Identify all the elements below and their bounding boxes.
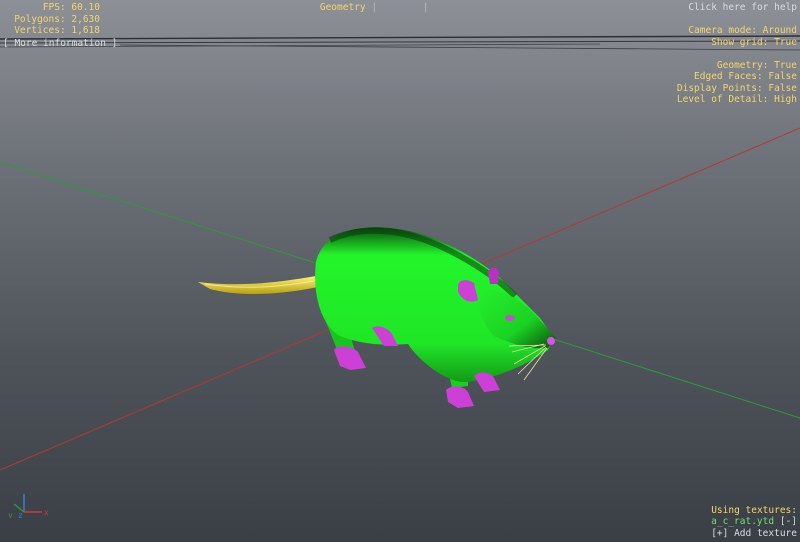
polygons-readout: Polygons: 2,630	[14, 13, 100, 25]
remove-texture-button[interactable]: [-]	[780, 516, 797, 527]
tab-separator: |	[422, 2, 429, 13]
axis-gizmo: y z x	[8, 494, 49, 518]
texture-item: a_c_rat.ytd [-]	[711, 516, 797, 528]
edged-faces-option[interactable]: Edged Faces: False	[677, 71, 797, 83]
camera-mode-option[interactable]: Camera mode: Around	[677, 25, 797, 37]
help-link[interactable]: Click here for help	[677, 2, 797, 14]
axis-label-z: z	[18, 511, 23, 518]
more-information-link[interactable]: [ More information ]	[0, 38, 117, 50]
show-grid-option[interactable]: Show grid: True	[677, 37, 797, 49]
textures-panel: Using textures: a_c_rat.ytd [-] [+] Add …	[711, 505, 797, 540]
rat-model[interactable]	[198, 227, 556, 408]
axis-label-y: y	[8, 511, 13, 518]
geometry-option[interactable]: Geometry: True	[677, 60, 797, 72]
tab-geometry[interactable]: Geometry	[320, 2, 366, 13]
tab-sounds[interactable]: Sounds	[383, 2, 417, 13]
vertices-readout: Vertices: 1,618	[14, 25, 100, 36]
axis-label-x: x	[44, 508, 49, 517]
level-of-detail-option[interactable]: Level of Detail: High	[677, 94, 797, 106]
options-panel: Click here for help Camera mode: Around …	[677, 2, 797, 106]
texture-name[interactable]: a_c_rat.ytd	[711, 516, 774, 527]
add-texture-button[interactable]: [+] Add texture	[711, 528, 797, 540]
rat-eye	[505, 315, 515, 321]
tab-skeleton[interactable]: Skeleton	[434, 2, 480, 13]
rat-nose	[547, 337, 555, 345]
textures-heading: Using textures:	[711, 504, 797, 516]
rat-ear	[488, 267, 499, 284]
tab-separator: |	[371, 2, 378, 13]
display-points-option[interactable]: Display Points: False	[677, 83, 797, 95]
